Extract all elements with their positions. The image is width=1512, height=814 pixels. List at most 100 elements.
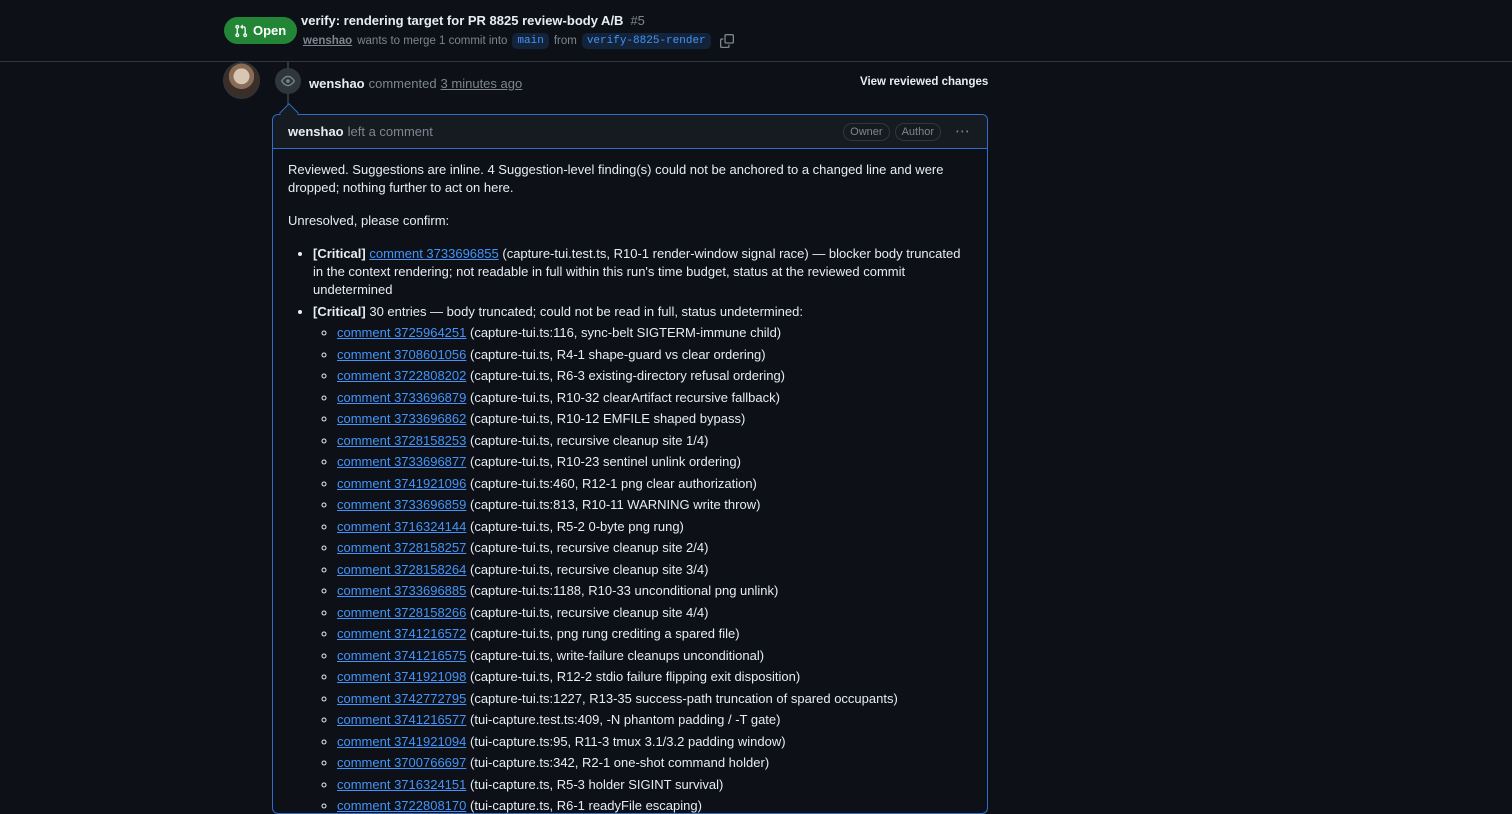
comment-ref-text: (capture-tui.ts, R12-2 stdio failure fli…	[470, 669, 801, 684]
eye-icon	[275, 68, 301, 94]
comment-link[interactable]: comment 3742772795	[337, 691, 466, 706]
finding-text: 30 entries — body truncated; could not b…	[369, 304, 803, 319]
finding-item: [Critical] 30 entries — body truncated; …	[313, 303, 972, 813]
comment-ref-text: (capture-tui.ts, recursive cleanup site …	[470, 540, 709, 555]
comment-ref-text: (tui-capture.ts, R6-1 readyFile escaping…	[470, 798, 702, 813]
comment-ref-text: (capture-tui.ts, R6-3 existing-directory…	[470, 368, 786, 383]
comment-ref-text: (capture-tui.ts, png rung crediting a sp…	[470, 626, 740, 641]
comment-link[interactable]: comment 3733696879	[337, 390, 466, 405]
list-item: comment 3708601056 (capture-tui.ts, R4-1…	[337, 344, 972, 366]
comment-ref-text: (capture-tui.ts, write-failure cleanups …	[470, 647, 765, 663]
git-pull-request-icon	[234, 24, 248, 38]
list-item: comment 3722808170 (tui-capture.ts, R6-1…	[337, 795, 972, 813]
review-event: wenshao commented 3 minutes ago	[309, 76, 522, 91]
event-timestamp-link[interactable]: 3 minutes ago	[441, 76, 523, 91]
owner-label: Owner	[843, 123, 890, 141]
finding-item: [Critical] comment 3733696855 (capture-t…	[313, 245, 972, 299]
kebab-horizontal-icon[interactable]: ⋯	[955, 124, 971, 139]
comment-link[interactable]: comment 3733696859	[337, 497, 466, 512]
base-branch-link[interactable]: main	[512, 33, 549, 49]
view-reviewed-changes-link[interactable]: View reviewed changes	[860, 76, 988, 88]
list-item: comment 3728158257 (capture-tui.ts, recu…	[337, 537, 972, 559]
truncated-comments-list: comment 3725964251 (capture-tui.ts:116, …	[313, 322, 972, 813]
comment-ref-text: (capture-tui.ts:460, R12-1 png clear aut…	[470, 475, 757, 491]
pr-title-row: verify: rendering target for PR 8825 rev…	[301, 13, 645, 28]
severity-tag: [Critical]	[313, 246, 366, 261]
comment-link[interactable]: comment 3728158266	[337, 605, 466, 620]
list-item: comment 3741216572 (capture-tui.ts, png …	[337, 623, 972, 645]
comment-ref-text: (capture-tui.ts, R10-12 EMFILE shaped by…	[470, 411, 746, 426]
comment-link[interactable]: comment 3741921098	[337, 669, 466, 684]
comment-ref-text: (capture-tui.ts, recursive cleanup site …	[470, 604, 709, 620]
list-item: comment 3722808202 (capture-tui.ts, R6-3…	[337, 365, 972, 387]
comment-ref-text: (capture-tui.ts:813, R10-11 WARNING writ…	[470, 497, 761, 512]
pr-state-label: Open	[253, 23, 287, 38]
comment-action: left a comment	[347, 124, 433, 139]
comment-ref-text: (capture-tui.ts:1188, R10-33 uncondition…	[470, 583, 779, 598]
pr-state-badge: Open	[224, 17, 298, 44]
comment-link[interactable]: comment 3728158253	[337, 433, 466, 448]
comment-ref-text: (capture-tui.ts:116, sync-belt SIGTERM-i…	[470, 325, 782, 340]
list-item: comment 3733696879 (capture-tui.ts, R10-…	[337, 387, 972, 409]
comment-link[interactable]: comment 3722808202	[337, 368, 466, 383]
list-item: comment 3728158266 (capture-tui.ts, recu…	[337, 602, 972, 624]
comment-author-link[interactable]: wenshao	[288, 124, 344, 139]
pr-author-link[interactable]: wenshao	[303, 35, 352, 47]
comment-ref-text: (tui-capture.ts:95, R11-3 tmux 3.1/3.2 p…	[470, 733, 786, 749]
comment-body: Reviewed. Suggestions are inline. 4 Sugg…	[273, 149, 987, 813]
comment-ref-text: (capture-tui.ts, R10-23 sentinel unlink …	[470, 454, 741, 469]
comment-ref-text: (tui-capture.ts, R5-3 holder SIGINT surv…	[470, 776, 724, 792]
comment-link[interactable]: comment 3728158264	[337, 562, 466, 577]
list-item: comment 3733696862 (capture-tui.ts, R10-…	[337, 408, 972, 430]
comment-link[interactable]: comment 3741216575	[337, 648, 466, 663]
comment-link[interactable]: comment 3733696877	[337, 454, 466, 469]
list-item: comment 3733696885 (capture-tui.ts:1188,…	[337, 580, 972, 602]
comment-paragraph: Unresolved, please confirm:	[288, 213, 450, 228]
review-comment: wenshao left a comment Owner Author ⋯ Re…	[272, 114, 988, 814]
event-action: commented	[368, 76, 437, 91]
list-item: comment 3741921096 (capture-tui.ts:460, …	[337, 473, 972, 495]
comment-link[interactable]: comment 3741216572	[337, 626, 466, 641]
comment-link[interactable]: comment 3733696855	[369, 246, 498, 261]
comment-link[interactable]: comment 3708601056	[337, 347, 466, 362]
comment-ref-text: (capture-tui.ts, recursive cleanup site …	[470, 561, 709, 577]
comment-link[interactable]: comment 3716324144	[337, 519, 466, 534]
comment-ref-text: (tui-capture.test.ts:409, -N phantom pad…	[470, 712, 781, 727]
event-author-link[interactable]: wenshao	[309, 76, 365, 91]
copy-icon[interactable]	[719, 34, 734, 48]
comment-ref-text: (capture-tui.ts, R4-1 shape-guard vs cle…	[470, 346, 766, 362]
comment-link[interactable]: comment 3741216577	[337, 712, 466, 727]
list-item: comment 3741921094 (tui-capture.ts:95, R…	[337, 731, 972, 753]
list-item: comment 3733696859 (capture-tui.ts:813, …	[337, 494, 972, 516]
severity-tag: [Critical]	[313, 304, 366, 319]
comment-link[interactable]: comment 3733696862	[337, 411, 466, 426]
list-item: comment 3742772795 (capture-tui.ts:1227,…	[337, 688, 972, 710]
comment-link[interactable]: comment 3741921094	[337, 734, 466, 749]
comment-ref-text: (capture-tui.ts, R10-32 clearArtifact re…	[470, 389, 780, 405]
avatar[interactable]	[223, 62, 260, 99]
comment-link[interactable]: comment 3728158257	[337, 540, 466, 555]
comment-link[interactable]: comment 3733696885	[337, 583, 466, 598]
comment-link[interactable]: comment 3725964251	[337, 325, 466, 340]
list-item: comment 3716324144 (capture-tui.ts, R5-2…	[337, 516, 972, 538]
author-label: Author	[894, 123, 941, 141]
comment-ref-text: (capture-tui.ts:1227, R13-35 success-pat…	[470, 690, 898, 706]
pr-merge-info: wenshao wants to merge 1 commit into mai…	[303, 33, 734, 49]
head-branch-link[interactable]: verify-8825-render	[581, 33, 711, 49]
comment-link[interactable]: comment 3722808170	[337, 798, 466, 813]
comment-ref-text: (capture-tui.ts, R5-2 0-byte png rung)	[470, 518, 684, 534]
list-item: comment 3728158264 (capture-tui.ts, recu…	[337, 559, 972, 581]
pr-header: Open verify: rendering target for PR 882…	[0, 0, 1512, 62]
comment-ref-text: (capture-tui.ts, recursive cleanup site …	[470, 432, 709, 448]
comment-link[interactable]: comment 3741921096	[337, 476, 466, 491]
comment-link[interactable]: comment 3716324151	[337, 777, 466, 792]
list-item: comment 3733696877 (capture-tui.ts, R10-…	[337, 451, 972, 473]
list-item: comment 3741216577 (tui-capture.test.ts:…	[337, 709, 972, 731]
from-text: from	[553, 35, 577, 47]
list-item: comment 3728158253 (capture-tui.ts, recu…	[337, 430, 972, 452]
comment-roles: Owner Author ⋯	[843, 123, 971, 141]
pr-number: #5	[630, 13, 645, 28]
list-item: comment 3741921098 (capture-tui.ts, R12-…	[337, 666, 972, 688]
list-item: comment 3741216575 (capture-tui.ts, writ…	[337, 645, 972, 667]
comment-link[interactable]: comment 3700766697	[337, 755, 466, 770]
